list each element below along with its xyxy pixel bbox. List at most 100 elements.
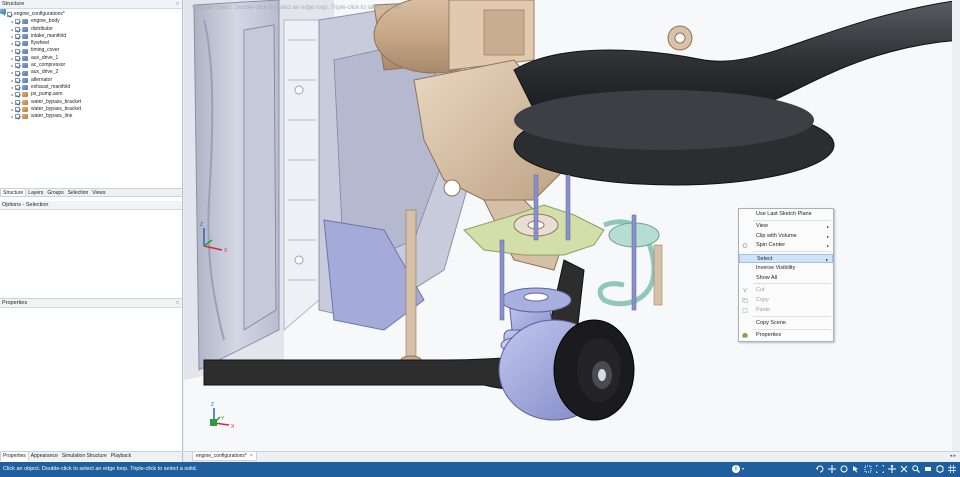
panel-tab[interactable]: Views: [90, 189, 107, 196]
pan-icon[interactable]: [828, 465, 836, 473]
box-select-icon[interactable]: [864, 465, 872, 473]
tree-item-label: exhaust_manifold: [31, 83, 71, 90]
tree-item[interactable]: ▸ aux_drive_1: [0, 55, 182, 62]
visibility-checkbox[interactable]: [15, 48, 20, 54]
bottom-panel-tab[interactable]: Playback: [109, 452, 133, 461]
snap-icon[interactable]: [900, 465, 908, 473]
context-menu-item[interactable]: View ▸: [739, 222, 833, 231]
visibility-checkbox[interactable]: [15, 107, 20, 112]
panel-tab[interactable]: Structure: [0, 189, 27, 196]
tree-item[interactable]: ▸ timing_cover: [0, 47, 182, 54]
visibility-checkbox[interactable]: [15, 55, 20, 61]
context-menu-item[interactable]: Select ▸: [739, 254, 833, 263]
context-menu-item[interactable]: Cut: [739, 286, 833, 295]
visibility-checkbox[interactable]: [15, 70, 20, 76]
tree-item[interactable]: ▸ ac_compressor: [0, 62, 182, 69]
info-icon[interactable]: i: [732, 465, 740, 473]
panel-tab[interactable]: Selection: [66, 189, 91, 196]
context-menu-item[interactable]: Inverse Visibility: [739, 264, 833, 273]
component-icon: [22, 107, 28, 112]
tree-item[interactable]: ▸ flywheel: [0, 40, 182, 47]
bottom-panel-tab[interactable]: Properties: [0, 452, 29, 461]
context-menu-item-label: Cut: [756, 287, 765, 293]
visibility-checkbox[interactable]: [15, 63, 20, 69]
document-tab[interactable]: engine_configurations* ×: [192, 452, 257, 461]
tree-item[interactable]: ▾ engine_configurations*: [0, 9, 182, 18]
context-menu-item[interactable]: Copy: [739, 296, 833, 305]
tree-item[interactable]: ▸ distributor: [0, 26, 182, 33]
tree-item[interactable]: ▸ exhaust_manifold: [0, 84, 182, 91]
context-menu-item-label: Paste: [756, 306, 771, 313]
zoom-fit-icon[interactable]: [876, 465, 884, 473]
context-menu-item[interactable]: Show All: [739, 274, 833, 283]
visibility-checkbox[interactable]: [15, 19, 20, 25]
viewport-hint: Click an object. Double-click to select …: [192, 5, 404, 11]
viewport-scrollbar[interactable]: [952, 0, 960, 451]
bottom-panel-tab[interactable]: Simulation Structure: [60, 452, 109, 461]
tree-item[interactable]: ▸ alternator: [0, 77, 182, 84]
visibility-checkbox[interactable]: [15, 26, 20, 32]
document-tab-bar: engine_configurations* × ◂ ▸: [184, 451, 960, 461]
visibility-checkbox[interactable]: [15, 114, 20, 120]
svg-text:X: X: [231, 424, 235, 430]
tree-item[interactable]: ▸ water_bypass_line: [0, 113, 182, 120]
properties-panel-title-text: Properties: [2, 300, 28, 306]
context-menu-item-label: Properties: [756, 332, 782, 338]
panel-tab[interactable]: Layers: [26, 189, 45, 196]
visibility-checkbox[interactable]: [15, 41, 20, 47]
grid-icon[interactable]: [948, 465, 956, 473]
visibility-checkbox[interactable]: [15, 77, 20, 83]
context-menu-item[interactable]: Copy Scene: [739, 319, 833, 328]
context-menu-item[interactable]: Properties: [739, 331, 833, 340]
tree-item[interactable]: ▸ engine_body: [0, 18, 182, 25]
oil-pan[interactable]: [283, 19, 320, 332]
spin-icon[interactable]: [840, 465, 848, 473]
visibility-checkbox[interactable]: [15, 99, 20, 105]
visibility-checkbox[interactable]: [15, 92, 20, 98]
pin-icon[interactable]: □: [176, 0, 179, 9]
tree-item[interactable]: ▸ aux_drive_2: [0, 69, 182, 76]
tab-scroll-arrows[interactable]: ◂ ▸: [950, 452, 956, 461]
select-mode-icon[interactable]: [852, 465, 860, 473]
close-icon[interactable]: ×: [250, 453, 253, 459]
structure-panel-title-text: Structure: [2, 1, 25, 7]
options-panel-title: Options - Selection: [0, 201, 182, 210]
context-menu-item-label: Use Last Sketch Plane: [756, 211, 812, 217]
display-style-icon[interactable]: [924, 465, 932, 473]
tree-item[interactable]: ▸ water_bypass_bracket: [0, 106, 182, 113]
context-menu-item[interactable]: Clip with Volume ▸: [739, 232, 833, 241]
zoom-icon[interactable]: [912, 465, 920, 473]
context-menu-item[interactable]: Use Last Sketch Plane: [739, 210, 833, 219]
context-menu-item[interactable]: Spin Center ▸: [739, 241, 833, 250]
view-cube-icon[interactable]: [936, 465, 944, 473]
tree-item[interactable]: ▸ ps_pump.asm: [0, 91, 182, 98]
component-icon: [22, 26, 28, 32]
context-menu: Use Last Sketch Plane View ▸ Clip with Volu…: [738, 208, 834, 342]
tree-item[interactable]: ▸ water_bypass_bracket: [0, 99, 182, 106]
left-panel: Structure □ ▾ engine_configurations* ▸ engi…: [0, 0, 183, 462]
submenu-arrow-icon: ▸: [825, 257, 828, 262]
move-icon[interactable]: [888, 465, 896, 473]
tree-item-label: alternator: [31, 76, 53, 83]
tree-item-label: intake_manifold: [31, 32, 67, 39]
cad-model-render[interactable]: Z X Z Y X: [184, 0, 960, 451]
tree-item[interactable]: ▸ intake_manifold: [0, 33, 182, 40]
tree-item-label: engine_configurations*: [14, 11, 65, 17]
properties-pin-icon[interactable]: □: [176, 299, 179, 308]
status-toolbar: [816, 465, 956, 473]
bottom-panel-tab[interactable]: Appearance: [29, 452, 60, 461]
visibility-checkbox[interactable]: [15, 34, 20, 40]
panel-tab[interactable]: Groups: [45, 189, 65, 196]
context-menu-item-label: Spin Center: [756, 242, 786, 248]
context-menu-item[interactable]: Paste: [739, 306, 833, 315]
visibility-checkbox[interactable]: [7, 12, 12, 18]
info-dropdown-icon[interactable]: ▾: [742, 465, 744, 473]
rotate-icon[interactable]: [816, 465, 824, 473]
context-menu-item-label: Inverse Visibility: [756, 265, 796, 271]
component-icon: [22, 114, 28, 120]
tree-item-label: distributor: [31, 25, 53, 32]
component-icon: [22, 41, 28, 47]
visibility-checkbox[interactable]: [15, 85, 20, 91]
3d-viewport[interactable]: Z X Z Y X Click an object. Double-click …: [184, 0, 960, 451]
component-icon: [22, 85, 28, 91]
